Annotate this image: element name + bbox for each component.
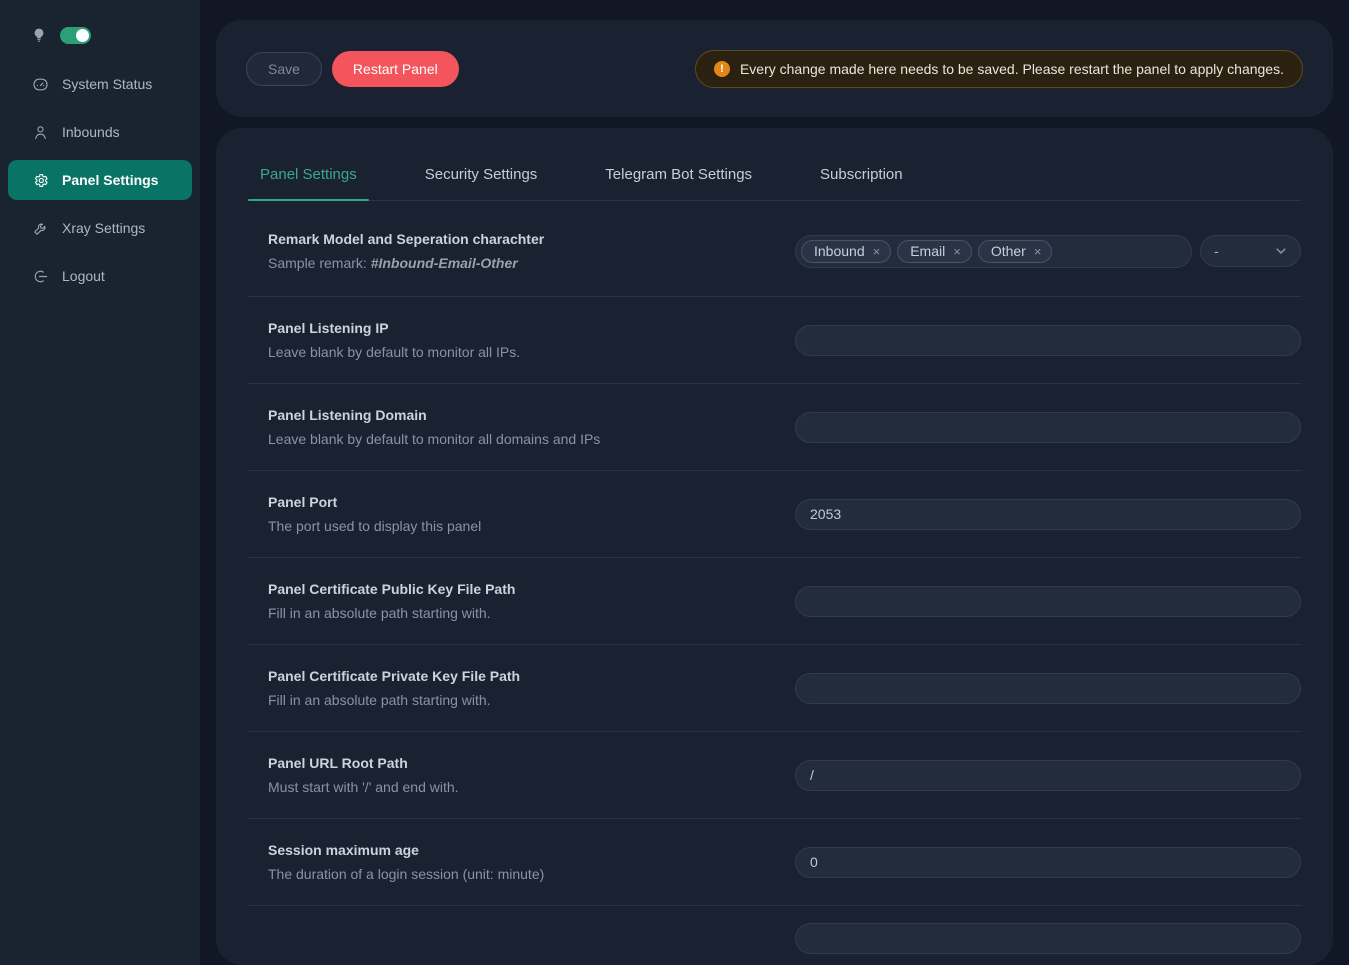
- row-control: [795, 325, 1301, 356]
- row-description: Fill in an absolute path starting with.: [268, 605, 515, 621]
- row-description: Fill in an absolute path starting with.: [268, 692, 520, 708]
- row-description: The duration of a login session (unit: m…: [268, 866, 544, 882]
- sidebar-item-xray-settings[interactable]: Xray Settings: [8, 208, 192, 248]
- row-control: [795, 923, 1301, 954]
- row-title: Session maximum age: [268, 842, 544, 858]
- panel-port-input[interactable]: [795, 499, 1301, 530]
- sidebar: System Status Inbounds Panel Settings Xr…: [0, 0, 200, 965]
- warning-icon: !: [714, 61, 730, 77]
- row-description: Leave blank by default to monitor all IP…: [268, 344, 520, 360]
- user-icon: [32, 124, 49, 141]
- gear-icon: [32, 172, 49, 189]
- gauge-icon: [32, 76, 49, 93]
- save-button[interactable]: Save: [246, 52, 322, 86]
- row-title: Remark Model and Seperation charachter: [268, 231, 544, 247]
- lightbulb-icon: [31, 24, 47, 46]
- logout-icon: [32, 268, 49, 285]
- form-row-listening-domain: Panel Listening Domain Leave blank by de…: [248, 384, 1301, 471]
- url-root-path-input[interactable]: [795, 760, 1301, 791]
- toolbar-card: Save Restart Panel ! Every change made h…: [216, 20, 1333, 117]
- row-info: Panel Port The port used to display this…: [248, 494, 481, 534]
- row-info: Panel Listening Domain Leave blank by de…: [248, 407, 600, 447]
- form-row-cert-private-key: Panel Certificate Private Key File Path …: [248, 645, 1301, 732]
- tab-subscription[interactable]: Subscription: [808, 166, 915, 200]
- sidebar-item-label: Xray Settings: [62, 220, 145, 236]
- cert-private-key-input[interactable]: [795, 673, 1301, 704]
- restart-panel-button[interactable]: Restart Panel: [332, 51, 459, 87]
- remove-tag-icon[interactable]: ×: [953, 245, 961, 258]
- row-info: Panel Listening IP Leave blank by defaul…: [248, 320, 520, 360]
- sidebar-item-label: Inbounds: [62, 124, 120, 140]
- form-row-remark-model: Remark Model and Seperation charachter S…: [248, 201, 1301, 297]
- tab-telegram-bot-settings[interactable]: Telegram Bot Settings: [593, 166, 764, 200]
- row-description: Sample remark: #Inbound-Email-Other: [268, 255, 544, 271]
- row-control: [795, 412, 1301, 443]
- row-control: [795, 586, 1301, 617]
- form-row-url-root-path: Panel URL Root Path Must start with '/' …: [248, 732, 1301, 819]
- row-control: [795, 847, 1301, 878]
- listening-ip-input[interactable]: [795, 325, 1301, 356]
- remark-tags-input[interactable]: Inbound × Email × Other ×: [795, 235, 1192, 268]
- row-title: Panel Port: [268, 494, 481, 510]
- settings-tabs: Panel Settings Security Settings Telegra…: [248, 166, 1301, 201]
- row-info: Remark Model and Seperation charachter S…: [248, 231, 544, 271]
- row-control: [795, 499, 1301, 530]
- separator-select-value: -: [1214, 243, 1219, 259]
- row-control: Inbound × Email × Other × -: [795, 235, 1301, 268]
- row-title: Panel Certificate Private Key File Path: [268, 668, 520, 684]
- tag-label: Inbound: [814, 243, 865, 259]
- form-row-listening-ip: Panel Listening IP Leave blank by defaul…: [248, 297, 1301, 384]
- main-content: Save Restart Panel ! Every change made h…: [200, 0, 1349, 965]
- dark-mode-toggle[interactable]: [60, 27, 91, 44]
- alert-text: Every change made here needs to be saved…: [740, 61, 1284, 77]
- row-info: Session maximum age The duration of a lo…: [248, 842, 544, 882]
- separator-select[interactable]: -: [1200, 235, 1301, 267]
- form-row-partial: [248, 906, 1301, 965]
- row-title: Panel Listening Domain: [268, 407, 600, 423]
- tag-inbound: Inbound ×: [801, 240, 891, 263]
- row-description: The port used to display this panel: [268, 518, 481, 534]
- sample-remark-prefix: Sample remark:: [268, 255, 371, 271]
- tag-email: Email ×: [897, 240, 972, 263]
- row-description: Leave blank by default to monitor all do…: [268, 431, 600, 447]
- sidebar-item-system-status[interactable]: System Status: [8, 64, 192, 104]
- tab-panel-settings[interactable]: Panel Settings: [248, 166, 369, 200]
- wrench-icon: [32, 220, 49, 237]
- listening-domain-input[interactable]: [795, 412, 1301, 443]
- sidebar-item-logout[interactable]: Logout: [8, 256, 192, 296]
- sidebar-item-label: Panel Settings: [62, 172, 158, 188]
- tag-label: Email: [910, 243, 945, 259]
- sidebar-item-inbounds[interactable]: Inbounds: [8, 112, 192, 152]
- tab-security-settings[interactable]: Security Settings: [413, 166, 550, 200]
- row-description: Must start with '/' and end with.: [268, 779, 459, 795]
- row-info: Panel Certificate Public Key File Path F…: [248, 581, 515, 621]
- sidebar-item-label: System Status: [62, 76, 152, 92]
- sidebar-item-panel-settings[interactable]: Panel Settings: [8, 160, 192, 200]
- cert-public-key-input[interactable]: [795, 586, 1301, 617]
- toolbar-buttons: Save Restart Panel: [246, 51, 459, 87]
- form-row-panel-port: Panel Port The port used to display this…: [248, 471, 1301, 558]
- form-row-cert-public-key: Panel Certificate Public Key File Path F…: [248, 558, 1301, 645]
- partial-row-input[interactable]: [795, 923, 1301, 954]
- sidebar-item-label: Logout: [62, 268, 105, 284]
- row-title: Panel Certificate Public Key File Path: [268, 581, 515, 597]
- session-max-age-input[interactable]: [795, 847, 1301, 878]
- row-title: Panel URL Root Path: [268, 755, 459, 771]
- row-control: [795, 673, 1301, 704]
- unsaved-changes-alert: ! Every change made here needs to be sav…: [695, 50, 1303, 88]
- row-control: [795, 760, 1301, 791]
- tag-other: Other ×: [978, 240, 1053, 263]
- tag-label: Other: [991, 243, 1026, 259]
- remove-tag-icon[interactable]: ×: [1034, 245, 1042, 258]
- row-info: Panel URL Root Path Must start with '/' …: [248, 755, 459, 795]
- sidebar-nav: System Status Inbounds Panel Settings Xr…: [0, 64, 200, 296]
- chevron-down-icon: [1275, 245, 1287, 257]
- theme-toggle-row: [0, 14, 200, 56]
- row-info: Panel Certificate Private Key File Path …: [248, 668, 520, 708]
- sample-remark-value: #Inbound-Email-Other: [371, 255, 518, 271]
- remove-tag-icon[interactable]: ×: [873, 245, 881, 258]
- form-row-session-max-age: Session maximum age The duration of a lo…: [248, 819, 1301, 906]
- row-title: Panel Listening IP: [268, 320, 520, 336]
- settings-card: Panel Settings Security Settings Telegra…: [216, 128, 1333, 965]
